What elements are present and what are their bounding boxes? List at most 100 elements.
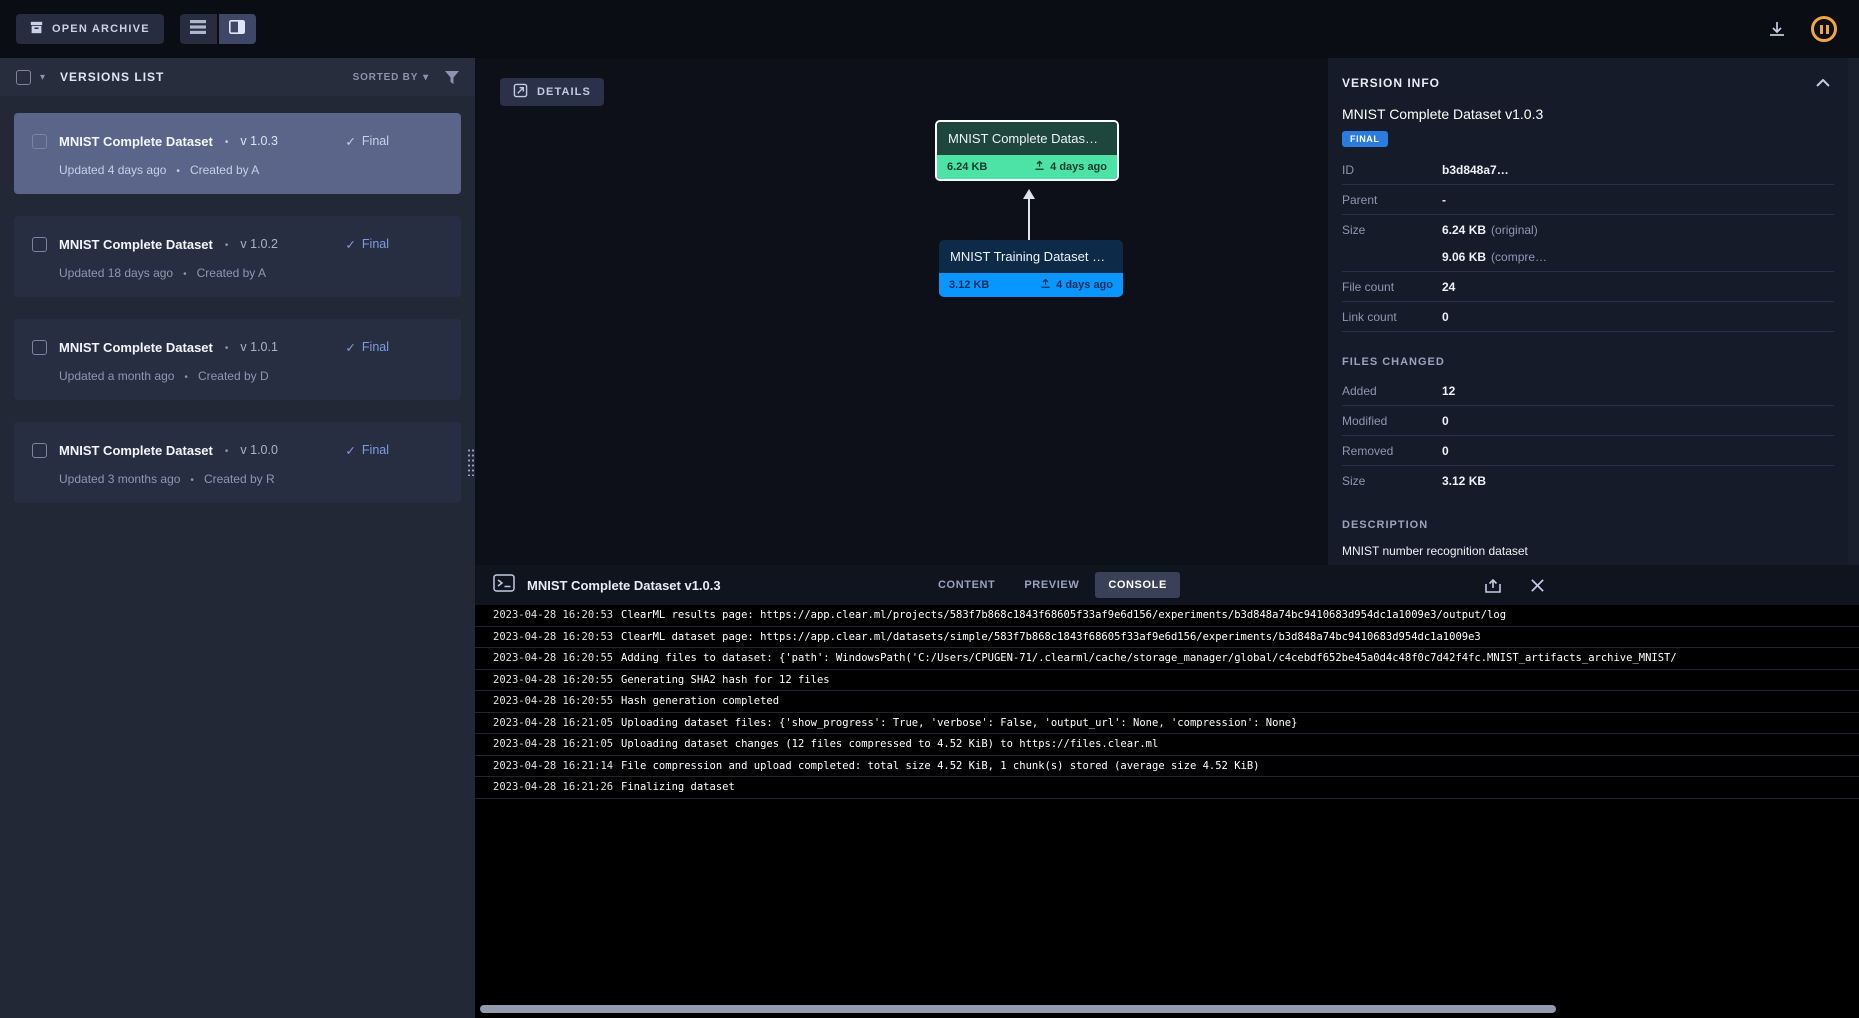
version-status-label: Final — [362, 237, 389, 251]
versions-list-title: VERSIONS LIST — [60, 70, 164, 84]
version-status: Final — [345, 340, 389, 355]
info-value: 9.06 KB — [1442, 250, 1486, 264]
sorted-by-dropdown[interactable]: SORTED BY — [353, 72, 429, 83]
info-note: (original) — [1491, 223, 1538, 237]
version-info-title: VERSION INFO — [1342, 76, 1440, 90]
log-row: 2023-04-28 16:21:05 Uploading dataset ch… — [475, 734, 1859, 756]
check-icon — [345, 237, 355, 252]
lineage-graph: DETAILS MNIST Complete Datas… 6.24 KB 4 … — [475, 58, 1328, 565]
info-value: 24 — [1442, 280, 1455, 294]
info-note: (compre… — [1491, 250, 1547, 264]
info-label: Size — [1342, 223, 1442, 264]
info-row-size: Size 6.24 KB(original) 9.06 KB(compre… — [1342, 215, 1834, 272]
separator-dot-icon — [176, 163, 180, 177]
info-value: b3d848a7… — [1442, 163, 1509, 177]
version-number: v 1.0.3 — [240, 134, 278, 148]
console-tab-preview[interactable]: PREVIEW — [1011, 572, 1092, 598]
table-view-icon — [190, 20, 206, 39]
info-row-file-count: File count 24 — [1342, 272, 1834, 302]
node-title: MNIST Complete Datas… — [937, 122, 1117, 155]
filter-icon[interactable] — [445, 71, 459, 84]
close-icon[interactable] — [1530, 578, 1545, 593]
node-size: 6.24 KB — [947, 161, 987, 173]
terminal-icon — [493, 574, 515, 597]
open-archive-label: OPEN ARCHIVE — [52, 23, 150, 35]
node-title: MNIST Training Dataset … — [939, 240, 1123, 273]
select-all-checkbox[interactable] — [16, 70, 31, 85]
version-status-label: Final — [362, 340, 389, 354]
check-icon — [345, 134, 355, 149]
maximize-icon[interactable] — [1483, 576, 1503, 594]
console-tab-content[interactable]: CONTENT — [925, 572, 1008, 598]
version-created: Created by A — [197, 266, 266, 280]
check-icon — [345, 443, 355, 458]
console-tab-console[interactable]: CONSOLE — [1095, 572, 1180, 598]
log-message: File compression and upload completed: t… — [621, 760, 1259, 772]
content: VERSIONS LIST SORTED BY MNIST Complete D… — [0, 58, 1859, 1018]
download-icon[interactable] — [1767, 19, 1787, 39]
version-checkbox[interactable] — [32, 340, 47, 355]
log-row: 2023-04-28 16:20:55 Hash generation comp… — [475, 691, 1859, 713]
table-view-button[interactable] — [180, 14, 217, 44]
version-card[interactable]: MNIST Complete Dataset v 1.0.3 Final Upd… — [14, 113, 461, 194]
log-message: Generating SHA2 hash for 12 files — [621, 674, 830, 686]
info-label: File count — [1342, 280, 1442, 294]
separator-dot-icon — [225, 338, 229, 356]
select-all-caret-icon[interactable] — [40, 72, 45, 83]
version-status: Final — [345, 134, 389, 149]
version-updated: Updated 3 months ago — [59, 472, 180, 486]
log-timestamp: 2023-04-28 16:20:55 — [475, 652, 621, 664]
description-text: MNIST number recognition dataset — [1342, 544, 1834, 558]
log-message: ClearML dataset page: https://app.clear.… — [621, 631, 1481, 643]
version-card[interactable]: MNIST Complete Dataset v 1.0.1 Final Upd… — [14, 319, 461, 400]
versions-sidebar: VERSIONS LIST SORTED BY MNIST Complete D… — [0, 58, 475, 1018]
version-number: v 1.0.2 — [240, 237, 278, 251]
version-number: v 1.0.0 — [240, 443, 278, 457]
files-changed-row: Added 12 — [1342, 376, 1834, 406]
version-updated: Updated 18 days ago — [59, 266, 173, 280]
workers-paused-icon[interactable] — [1811, 16, 1837, 42]
info-label: ID — [1342, 163, 1442, 177]
version-status-label: Final — [362, 443, 389, 457]
lineage-edge-arrowhead — [1023, 189, 1035, 199]
version-checkbox[interactable] — [32, 134, 47, 149]
console-panel: MNIST Complete Dataset v1.0.3 CONTENTPRE… — [475, 565, 1859, 1018]
version-card[interactable]: MNIST Complete Dataset v 1.0.0 Final Upd… — [14, 422, 461, 503]
version-status: Final — [345, 443, 389, 458]
topbar: OPEN ARCHIVE — [0, 0, 1859, 58]
info-label: Size — [1342, 474, 1442, 488]
collapse-panel-icon[interactable] — [1816, 79, 1830, 87]
console-log: 2023-04-28 16:20:53 ClearML results page… — [475, 605, 1859, 1018]
console-actions — [1483, 565, 1545, 605]
version-checkbox[interactable] — [32, 443, 47, 458]
horizontal-scrollbar[interactable] — [480, 1005, 1556, 1013]
log-message: Uploading dataset changes (12 files comp… — [621, 738, 1158, 750]
open-archive-button[interactable]: OPEN ARCHIVE — [16, 14, 164, 44]
version-updated: Updated 4 days ago — [59, 163, 166, 177]
panel-scrollbar[interactable] — [1848, 58, 1859, 565]
version-name: MNIST Complete Dataset — [59, 237, 213, 252]
log-message: Finalizing dataset — [621, 781, 735, 793]
info-value: - — [1442, 193, 1446, 207]
split-view-button[interactable] — [219, 14, 256, 44]
details-icon — [513, 83, 528, 101]
files-changed-title: FILES CHANGED — [1342, 356, 1834, 368]
version-card[interactable]: MNIST Complete Dataset v 1.0.2 Final Upd… — [14, 216, 461, 297]
dataset-node-selected[interactable]: MNIST Complete Datas… 6.24 KB 4 days ago — [935, 120, 1119, 181]
node-updated: 4 days ago — [1056, 279, 1113, 291]
details-button[interactable]: DETAILS — [500, 78, 604, 106]
separator-dot-icon — [183, 266, 187, 280]
log-row: 2023-04-28 16:20:53 ClearML results page… — [475, 605, 1859, 627]
separator-dot-icon — [225, 132, 229, 150]
log-row: 2023-04-28 16:21:05 Uploading dataset fi… — [475, 713, 1859, 735]
panel-resize-handle[interactable] — [467, 448, 475, 476]
graph-row: DETAILS MNIST Complete Datas… 6.24 KB 4 … — [475, 58, 1859, 565]
log-message: Uploading dataset files: {'show_progress… — [621, 717, 1297, 729]
console-header: MNIST Complete Dataset v1.0.3 CONTENTPRE… — [475, 565, 1859, 605]
log-message: ClearML results page: https://app.clear.… — [621, 609, 1506, 621]
node-updated: 4 days ago — [1050, 161, 1107, 173]
version-name: MNIST Complete Dataset — [59, 443, 213, 458]
version-checkbox[interactable] — [32, 237, 47, 252]
dataset-node[interactable]: MNIST Training Dataset … 3.12 KB 4 days … — [939, 240, 1123, 297]
check-icon — [345, 340, 355, 355]
